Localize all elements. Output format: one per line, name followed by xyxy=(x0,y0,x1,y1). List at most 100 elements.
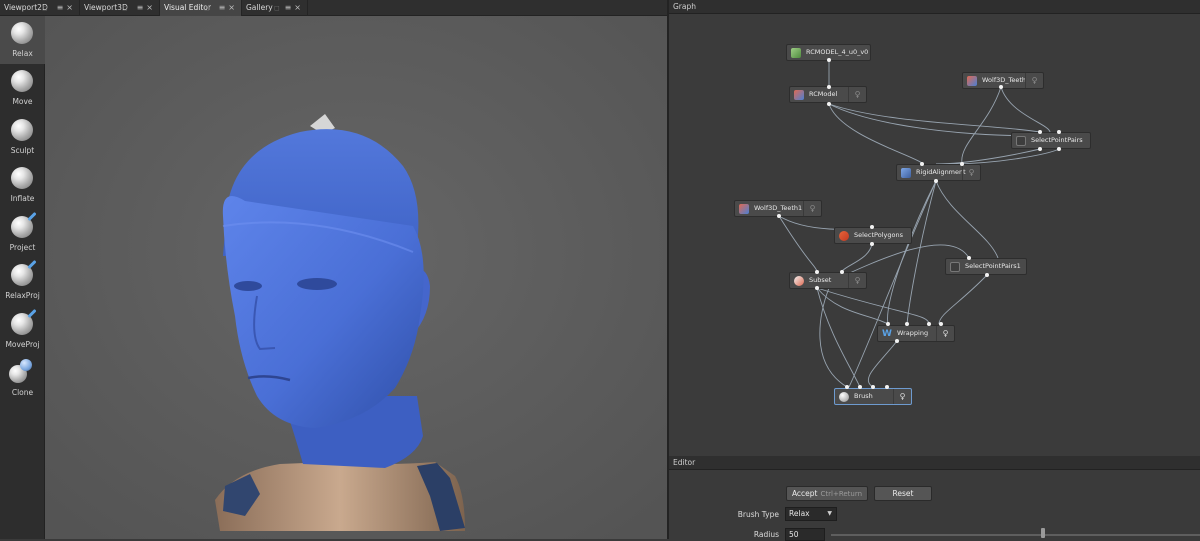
input-port[interactable] xyxy=(885,385,889,389)
node-select-point-pairs[interactable]: SelectPointPairs xyxy=(1011,132,1091,149)
output-port[interactable] xyxy=(870,242,874,246)
input-port[interactable] xyxy=(1038,130,1042,134)
tab-menu-close-icons[interactable]: ≡× xyxy=(219,0,238,16)
polygons-icon xyxy=(839,231,849,241)
tab-gallery[interactable]: Gallery ◻ ≡× xyxy=(242,0,308,16)
input-port[interactable] xyxy=(871,385,875,389)
pin-icon[interactable]: ◻ xyxy=(274,0,280,16)
tool-label: Relax xyxy=(12,49,33,58)
editor-title: Editor xyxy=(673,458,696,467)
accept-button[interactable]: Accept Ctrl+Return xyxy=(786,486,868,501)
tab-visual-editor[interactable]: Visual Editor ◻ ≡× xyxy=(160,0,242,16)
node-brush[interactable]: Brush ♀ xyxy=(834,388,912,405)
input-port[interactable] xyxy=(1057,130,1061,134)
tab-menu-close-icons[interactable]: ≡× xyxy=(137,0,156,16)
tab-viewport3d[interactable]: Viewport3D ◻ ≡× xyxy=(80,0,160,16)
visibility-bulb-icon[interactable]: ♀ xyxy=(848,87,866,102)
viewport-tab-bar: Viewport2D ◻ ≡× Viewport3D ◻ ≡× Visual E… xyxy=(0,0,667,16)
output-port[interactable] xyxy=(999,85,1003,89)
output-port[interactable] xyxy=(895,339,899,343)
node-label: SelectPointPairs1 xyxy=(965,262,1021,270)
input-port[interactable] xyxy=(886,322,890,326)
tool-label: Inflate xyxy=(10,194,35,203)
node-label: Subset xyxy=(809,276,832,284)
input-port[interactable] xyxy=(815,270,819,274)
input-port[interactable] xyxy=(905,322,909,326)
input-port[interactable] xyxy=(827,85,831,89)
point-pairs-icon xyxy=(1016,136,1026,146)
input-port[interactable] xyxy=(840,270,844,274)
node-label: Wolf3D_Teeth xyxy=(982,76,1027,84)
node-label: SelectPointPairs xyxy=(1031,136,1083,144)
radius-label: Radius xyxy=(753,530,779,539)
tab-menu-close-icons[interactable]: ≡× xyxy=(285,0,304,16)
visibility-bulb-icon[interactable]: ♀ xyxy=(962,165,980,180)
project-arrow-icon xyxy=(27,211,37,222)
move-sphere-icon xyxy=(11,70,33,92)
tool-label: RelaxProj xyxy=(5,291,40,300)
visibility-bulb-icon[interactable]: ♀ xyxy=(893,389,911,404)
tool-relax[interactable]: Relax xyxy=(0,16,45,64)
input-port[interactable] xyxy=(967,256,971,260)
project-arrow-icon xyxy=(27,308,37,319)
brush-type-value: Relax xyxy=(789,509,810,518)
tool-clone[interactable]: Clone xyxy=(0,355,45,403)
output-port[interactable] xyxy=(985,273,989,277)
tool-moveproj[interactable]: MoveProj xyxy=(0,307,45,355)
tool-move[interactable]: Move xyxy=(0,64,45,112)
visibility-bulb-icon[interactable]: ♀ xyxy=(936,326,954,341)
tab-viewport2d[interactable]: Viewport2D ◻ ≡× xyxy=(0,0,80,16)
subset-icon xyxy=(794,276,804,286)
accept-shortcut: Ctrl+Return xyxy=(820,490,863,498)
wrapping-w-icon: W xyxy=(882,329,892,339)
node-wolf3d-teeth[interactable]: Wolf3D_Teeth ♀ xyxy=(962,72,1044,89)
input-port[interactable] xyxy=(960,162,964,166)
brush-sphere-icon xyxy=(839,392,849,402)
input-port[interactable] xyxy=(939,322,943,326)
inflate-sphere-icon xyxy=(11,167,33,189)
tool-project[interactable]: Project xyxy=(0,210,45,258)
chevron-down-icon: ▼ xyxy=(827,510,832,517)
tool-inflate[interactable]: Inflate xyxy=(0,161,45,209)
node-subset[interactable]: Subset ♀ xyxy=(789,272,867,289)
output-port[interactable] xyxy=(827,58,831,62)
node-label: Brush xyxy=(854,392,873,400)
tool-label: Clone xyxy=(11,388,34,397)
output-port[interactable] xyxy=(777,214,781,218)
input-port[interactable] xyxy=(858,385,862,389)
visibility-bulb-icon[interactable]: ♀ xyxy=(1025,73,1043,88)
pin-icon[interactable]: ◻ xyxy=(122,0,128,16)
output-port[interactable] xyxy=(934,179,938,183)
node-rigid-alignment[interactable]: RigidAlignment ♀ xyxy=(896,164,981,181)
node-wrapping[interactable]: W Wrapping ♀ xyxy=(877,325,955,342)
reset-label: Reset xyxy=(892,489,914,498)
brush-tool-strip: Relax Move Sculpt Inflate Project RelaxP… xyxy=(0,16,45,539)
node-graph-canvas[interactable]: RCMODEL_4_u0_v0 RCModel ♀ Wolf3D_Teeth ♀… xyxy=(669,14,1200,456)
output-port[interactable] xyxy=(827,102,831,106)
radius-slider-track[interactable] xyxy=(831,534,1200,536)
tab-menu-close-icons[interactable]: ≡× xyxy=(57,0,76,16)
editor-panel: Accept Ctrl+Return Reset Brush Type Relax… xyxy=(669,470,1200,541)
input-port[interactable] xyxy=(870,225,874,229)
visibility-bulb-icon[interactable]: ♀ xyxy=(803,201,821,216)
brush-type-select[interactable]: Relax ▼ xyxy=(785,507,837,521)
radius-input[interactable]: 50 xyxy=(785,528,825,541)
reset-button[interactable]: Reset xyxy=(874,486,932,501)
clone-source-icon xyxy=(20,359,32,371)
output-port[interactable] xyxy=(1038,147,1042,151)
input-port[interactable] xyxy=(920,162,924,166)
input-port[interactable] xyxy=(927,322,931,326)
pin-icon[interactable]: ◻ xyxy=(42,0,48,16)
input-port[interactable] xyxy=(845,385,849,389)
pin-icon[interactable]: ◻ xyxy=(204,0,210,16)
radius-slider-handle[interactable] xyxy=(1041,528,1045,538)
output-port[interactable] xyxy=(1057,147,1061,151)
tool-relaxproj[interactable]: RelaxProj xyxy=(0,258,45,306)
node-label: RCModel xyxy=(809,90,838,98)
viewport-3d-canvas[interactable] xyxy=(45,16,667,539)
visibility-bulb-icon[interactable]: ♀ xyxy=(848,273,866,288)
relax-sphere-icon xyxy=(11,22,33,44)
tool-sculpt[interactable]: Sculpt xyxy=(0,113,45,161)
output-port[interactable] xyxy=(815,286,819,290)
graph-title: Graph xyxy=(673,2,697,11)
